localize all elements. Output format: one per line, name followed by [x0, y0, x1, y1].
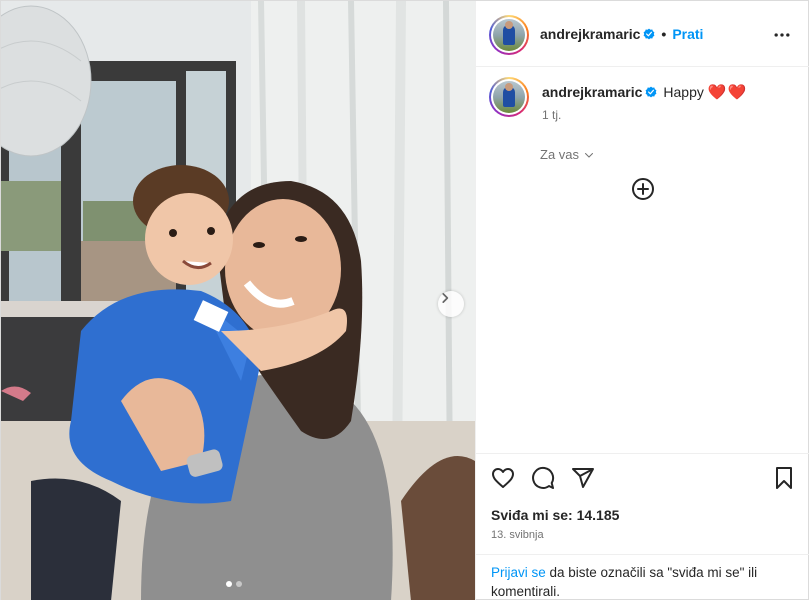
comment-icon[interactable] — [531, 466, 555, 490]
likes-count[interactable]: Sviđa mi se: 14.185 — [491, 507, 619, 523]
separator-dot: • — [661, 26, 667, 42]
chevron-down-icon — [585, 152, 594, 158]
for-you-dropdown[interactable]: Za vas — [540, 147, 595, 162]
carousel-dot-2 — [236, 581, 242, 587]
post-date[interactable]: 13. svibnja — [491, 529, 544, 541]
header-username[interactable]: andrejkramaric — [540, 26, 640, 42]
post-actions: Sviđa mi se: 14.185 13. svibnja Prijavi … — [476, 453, 809, 600]
avatar[interactable] — [489, 15, 529, 55]
caption-avatar[interactable] — [489, 77, 529, 117]
post-time[interactable]: 1 tj. — [542, 108, 561, 122]
avatar-image — [493, 19, 525, 51]
chevron-right-icon — [442, 293, 449, 303]
caption-emoji: ❤️❤️ — [707, 84, 748, 101]
heart-icon[interactable] — [491, 466, 515, 490]
post-sidebar: andrejkramaric • Prati andrejkramaric Ha… — [475, 1, 809, 600]
photo-illustration — [1, 1, 475, 600]
for-you-label: Za vas — [540, 147, 580, 162]
instagram-post: andrejkramaric • Prati andrejkramaric Ha… — [0, 0, 809, 600]
add-circle-icon[interactable] — [631, 177, 655, 201]
share-icon[interactable] — [571, 466, 595, 490]
post-photo[interactable] — [1, 1, 475, 600]
follow-button[interactable]: Prati — [672, 26, 703, 42]
verified-badge-icon — [644, 28, 655, 40]
verified-badge-icon — [646, 86, 657, 98]
caption-text: Happy — [663, 84, 704, 100]
post-header: andrejkramaric • Prati — [476, 1, 809, 67]
login-prompt: Prijavi se da biste označili sa "sviđa m… — [476, 554, 809, 600]
caption-line: andrejkramaric Happy ❤️❤️ — [542, 83, 747, 101]
more-options-icon[interactable] — [772, 25, 792, 45]
header-user-row: andrejkramaric • Prati — [540, 26, 703, 42]
login-link[interactable]: Prijavi se — [491, 565, 546, 580]
next-photo-button[interactable] — [438, 291, 464, 317]
avatar-image — [493, 81, 525, 113]
caption-username[interactable]: andrejkramaric — [542, 84, 642, 100]
carousel-indicator — [226, 581, 242, 587]
bookmark-icon[interactable] — [772, 466, 796, 490]
carousel-dot-1 — [226, 581, 232, 587]
